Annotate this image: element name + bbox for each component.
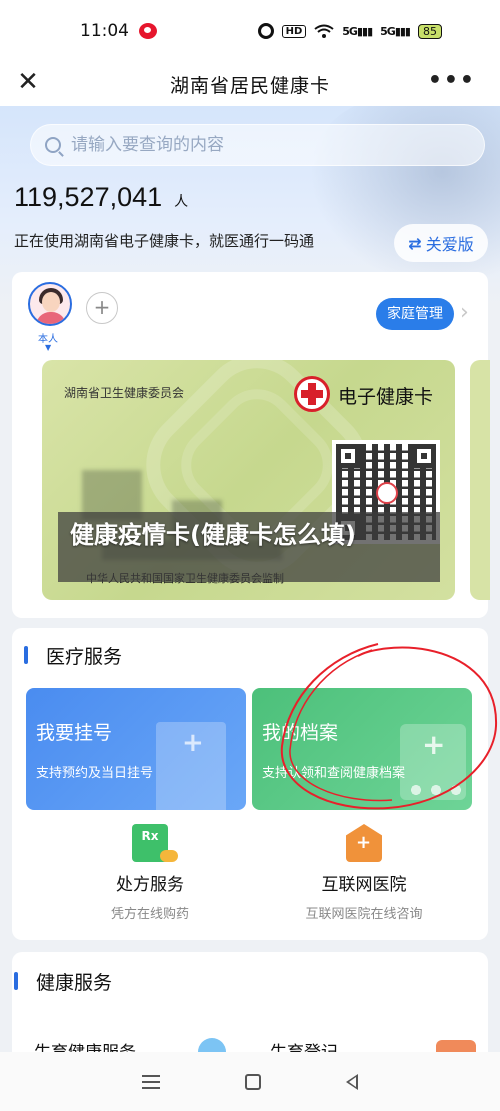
qr-corner: [412, 444, 436, 468]
registration-icon: [436, 1040, 476, 1052]
pill-icon: [160, 850, 178, 862]
wifi-icon: [314, 24, 334, 38]
user-count-value: 119,527,041: [14, 182, 163, 212]
signal-icon-2: 5G▮▮▮: [380, 24, 411, 38]
tile-title: 我要挂号: [36, 722, 113, 744]
swap-icon: ⇄: [408, 233, 422, 253]
section-title: 医疗服务: [46, 646, 123, 668]
add-member-button[interactable]: +: [86, 292, 118, 324]
hd-badge: HD: [281, 24, 307, 38]
service-subtitle: 互联网医院在线咨询: [305, 907, 423, 922]
register-tile[interactable]: 我要挂号 支持预约及当日挂号: [26, 688, 246, 810]
battery-level: 85: [423, 24, 437, 38]
baby-icon: [198, 1038, 226, 1052]
care-mode-label: 关爱版: [425, 235, 474, 254]
card-type-label: 电子健康卡: [338, 386, 434, 408]
avatar-head: [42, 292, 60, 312]
status-bar: 11:04 HD 5G▮▮▮ 5G▮▮▮ 85: [0, 0, 500, 62]
home-icon[interactable]: [244, 1073, 261, 1090]
care-mode-button[interactable]: ⇄ 关爱版: [394, 224, 488, 262]
alarm-icon: [257, 23, 274, 39]
birth-registration-service[interactable]: 生育登记: [270, 1038, 338, 1052]
hospital-building-icon: [156, 722, 226, 810]
overlay-caption: 健康疫情卡(健康卡怎么填): [70, 521, 356, 549]
red-circle-annotation: [280, 643, 498, 810]
chevron-right-icon[interactable]: ›: [460, 300, 469, 325]
caret-down-icon: ▼: [45, 343, 52, 352]
qr-corner: [336, 444, 360, 468]
signal-label-2: 5G: [380, 24, 396, 38]
user-count: 119,527,041 人: [14, 182, 188, 213]
user-count-unit: 人: [174, 193, 189, 209]
status-time: 11:04: [80, 21, 129, 41]
service-title: 互联网医院: [321, 875, 407, 895]
family-management-button[interactable]: 家庭管理: [376, 298, 454, 330]
qr-logo: [376, 482, 398, 504]
hospital-icon: [346, 824, 382, 862]
red-cross-icon: [294, 376, 330, 412]
section-accent-bar: [14, 972, 18, 990]
avatar[interactable]: [28, 282, 72, 326]
weibo-icon: [139, 23, 157, 39]
service-title: 处方服务: [116, 875, 184, 895]
close-icon[interactable]: ✕: [14, 68, 42, 96]
search-icon: [45, 137, 61, 153]
birth-health-service[interactable]: 生育健康服务: [34, 1038, 136, 1052]
search-input[interactable]: [71, 135, 451, 155]
menu-icon[interactable]: [142, 1074, 161, 1089]
status-indicators: HD 5G▮▮▮ 5G▮▮▮ 85: [257, 23, 442, 39]
card-issuer: 湖南省卫生健康委员会: [64, 386, 185, 400]
prescription-service[interactable]: Rx 处方服务 凭方在线购药: [50, 824, 250, 922]
tile-subtitle: 支持预约及当日挂号: [36, 766, 154, 781]
more-icon[interactable]: •••: [428, 68, 476, 93]
avatar-body: [36, 312, 66, 324]
search-box[interactable]: [30, 124, 485, 166]
page-title: 湖南省居民健康卡: [169, 74, 330, 97]
back-icon[interactable]: [345, 1073, 358, 1090]
section-accent-bar: [24, 646, 28, 664]
service-subtitle: 凭方在线购药: [110, 907, 189, 922]
section-title: 健康服务: [36, 972, 113, 994]
internet-hospital-service[interactable]: 互联网医院 互联网医院在线咨询: [264, 824, 464, 922]
signal-icon: 5G▮▮▮: [342, 24, 373, 38]
header-description: 正在使用湖南省电子健康卡，就医通行一码通: [14, 232, 315, 250]
prescription-icon: Rx: [132, 824, 178, 862]
signal-label: 5G: [342, 24, 358, 38]
next-card-peek[interactable]: [470, 360, 490, 600]
nav-bar: ✕ 湖南省居民健康卡 •••: [0, 62, 500, 106]
system-nav-bar: [0, 1052, 500, 1111]
health-services-section: 健康服务 生育健康服务 生育登记: [12, 952, 488, 1052]
battery-icon: 85: [418, 23, 442, 39]
